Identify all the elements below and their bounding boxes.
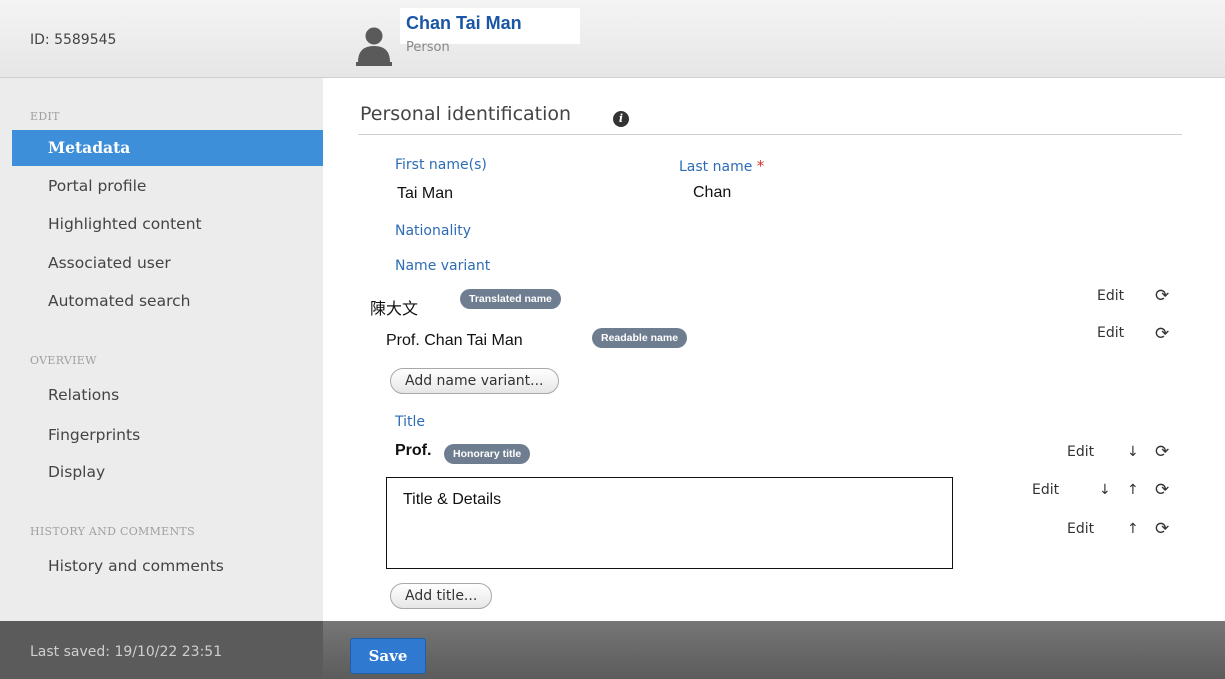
title-label: Title [395,414,426,430]
title-badge: Honorary title [444,444,531,464]
person-icon [356,27,392,66]
title-details-text: Title & Details [403,491,502,508]
sidebar-item-metadata[interactable]: Metadata [12,130,333,166]
footer-status: Last saved: 19/10/22 23:51 [0,621,323,679]
move-up-icon[interactable]: ↑ [1127,482,1139,498]
first-name-value[interactable]: Tai Man [397,185,453,203]
sidebar-item-portal-profile[interactable]: Portal profile [48,177,146,195]
refresh-icon[interactable]: ⟳ [1155,325,1169,343]
sidebar-item-relations[interactable]: Relations [48,386,119,404]
variant-value: 陳大文 [370,301,419,318]
refresh-icon[interactable]: ⟳ [1155,287,1169,305]
sidebar-section-overview: OVERVIEW [30,354,97,367]
sidebar-item-display[interactable]: Display [48,463,105,481]
variant-edit-link[interactable]: Edit [1097,288,1124,304]
sidebar-section-history: HISTORY AND COMMENTS [30,525,195,538]
move-down-icon[interactable]: ↓ [1099,482,1111,498]
variant-value: Prof. Chan Tai Man [386,332,523,349]
first-name-label: First name(s) [395,157,487,173]
page-header: ID: 5589545 Chan Tai Man Person [0,0,1225,78]
person-name: Chan Tai Man [406,13,522,33]
name-variant-label: Name variant [395,258,491,274]
sidebar-item-label: Metadata [48,138,131,157]
sidebar-item-automated-search[interactable]: Automated search [48,292,190,310]
footer-toolbar [323,621,1225,679]
info-icon[interactable]: i [613,111,629,127]
refresh-icon[interactable]: ⟳ [1155,443,1169,461]
sidebar-item-fingerprints[interactable]: Fingerprints [48,426,140,444]
last-name-label: Last name * [679,157,765,175]
section-divider [358,134,1182,135]
add-title-button[interactable]: Add title... [390,583,493,609]
record-type: Person [406,40,450,55]
save-button[interactable]: Save [350,638,426,674]
move-up-icon[interactable]: ↑ [1127,521,1139,537]
section-title: Personal identification [360,103,572,125]
sidebar-item-highlighted-content[interactable]: Highlighted content [48,215,202,233]
move-down-icon[interactable]: ↓ [1127,444,1139,460]
variant-badge: Translated name [460,289,561,309]
title-value: Prof. [395,442,432,459]
last-name-value[interactable]: Chan [693,184,731,202]
sidebar-item-history-and-comments[interactable]: History and comments [48,557,224,575]
title-edit-link[interactable]: Edit [1032,482,1059,498]
title-edit-link[interactable]: Edit [1067,521,1094,537]
sidebar-section-edit: EDIT [30,110,60,123]
nationality-label: Nationality [395,223,472,239]
add-name-variant-button[interactable]: Add name variant... [390,368,559,394]
last-saved-text: Last saved: 19/10/22 23:51 [30,644,223,660]
variant-edit-link[interactable]: Edit [1097,325,1124,341]
sidebar-item-associated-user[interactable]: Associated user [48,254,171,272]
title-edit-link[interactable]: Edit [1067,444,1094,460]
title-details-box[interactable]: Title & Details [386,477,953,569]
record-id: ID: 5589545 [30,32,117,48]
refresh-icon[interactable]: ⟳ [1155,481,1169,499]
refresh-icon[interactable]: ⟳ [1155,520,1169,538]
variant-badge: Readable name [592,328,688,348]
required-icon: * [756,157,765,175]
